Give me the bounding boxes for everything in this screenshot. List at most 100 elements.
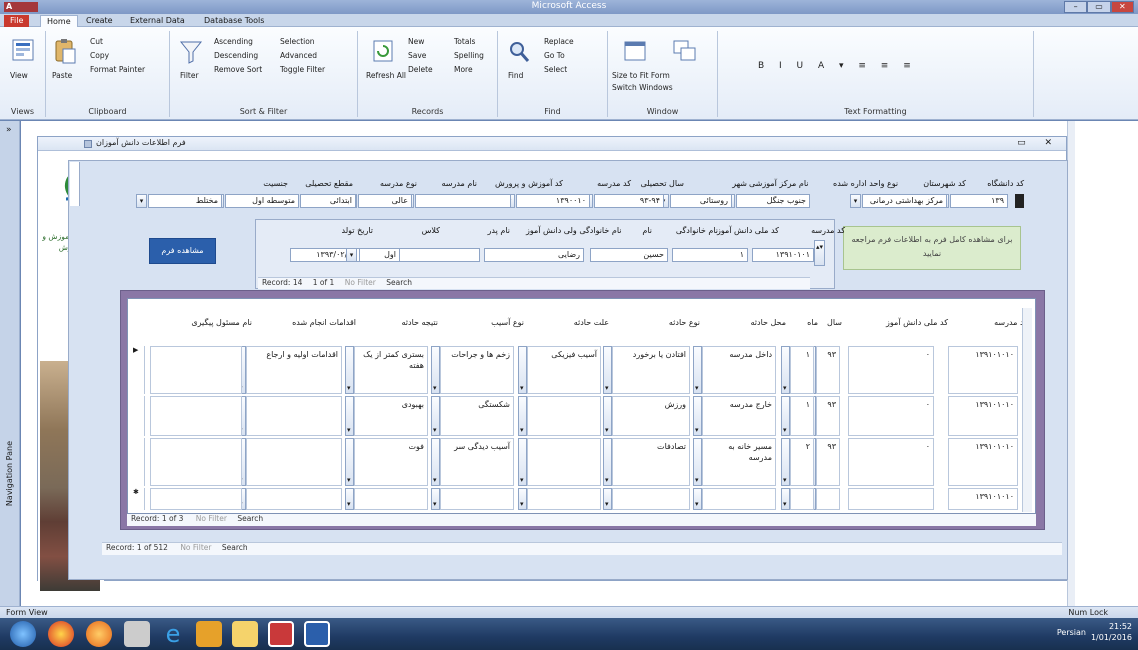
cell-dropdown[interactable]	[781, 488, 790, 510]
cell-dropdown[interactable]	[781, 438, 790, 486]
select-button[interactable]: Select	[544, 65, 567, 74]
spelling-button[interactable]: Spelling	[454, 51, 484, 60]
cell-dropdown[interactable]	[345, 396, 354, 436]
access-taskbar-icon[interactable]	[268, 621, 294, 647]
grid-cell[interactable]	[848, 488, 934, 510]
vertical-scrollbar[interactable]	[1067, 121, 1075, 606]
search-box[interactable]: Search	[386, 278, 412, 287]
paste-button[interactable]: Paste	[52, 71, 72, 80]
cell-dropdown[interactable]	[518, 396, 527, 436]
cell-dropdown[interactable]	[431, 396, 440, 436]
descending-button[interactable]: Descending	[214, 51, 258, 60]
header-field[interactable]: ۹۳-۹۴	[594, 194, 664, 208]
paste-icon[interactable]	[52, 37, 78, 67]
tab-external-data[interactable]: External Data	[124, 15, 191, 27]
header-field[interactable]: ابتدائی	[300, 194, 356, 208]
header-field[interactable]: مختلط	[148, 194, 222, 208]
header-field[interactable]: روستائی	[670, 194, 732, 208]
maximize-button[interactable]: ▭	[1087, 1, 1111, 13]
cell-dropdown[interactable]	[693, 488, 702, 510]
outlook-icon[interactable]	[196, 621, 222, 647]
grid-cell[interactable]: ۱۳۹۱۰۱۰۱۰	[948, 396, 1018, 436]
grid-cell[interactable]	[246, 438, 342, 486]
filter-icon[interactable]	[178, 37, 204, 67]
toggle-filter-button[interactable]: Toggle Filter	[280, 65, 325, 74]
clock[interactable]: 21:52 1/01/2016	[1091, 621, 1132, 643]
cell-dropdown[interactable]	[693, 346, 702, 394]
ascending-button[interactable]: Ascending	[214, 37, 253, 46]
filter-button[interactable]: Filter	[180, 71, 199, 80]
grid-cell[interactable]: مسیر خانه به مدرسه	[702, 438, 776, 486]
cell-dropdown[interactable]	[431, 488, 440, 510]
grid-cell[interactable]: ۱۳۹۱۰۱۰۱۰	[948, 346, 1018, 394]
switch-windows-button[interactable]: Switch Windows	[612, 83, 673, 92]
refresh-all-button[interactable]: Refresh All	[366, 71, 406, 80]
format-painter-button[interactable]: Format Painter	[90, 65, 145, 74]
no-filter-indicator[interactable]: No Filter	[345, 278, 376, 287]
find-button[interactable]: Find	[508, 71, 523, 80]
grid-cell[interactable]	[150, 346, 242, 394]
view-button[interactable]: View	[10, 71, 28, 80]
grid-cell[interactable]: فوت	[354, 438, 428, 486]
cell-dropdown[interactable]	[693, 438, 702, 486]
switch-windows-icon[interactable]	[672, 37, 698, 67]
header-field[interactable]: مرکز بهداشتی درمانی	[862, 194, 947, 208]
no-filter-indicator[interactable]: No Filter	[180, 543, 211, 552]
cell-dropdown[interactable]	[518, 438, 527, 486]
grid-cell[interactable]	[150, 396, 242, 436]
navigation-pane[interactable]: » Navigation Pane	[0, 121, 20, 606]
firefox-icon[interactable]	[86, 621, 112, 647]
new-record-button[interactable]: New	[408, 37, 424, 46]
cell-dropdown[interactable]	[345, 438, 354, 486]
grid-cell[interactable]: ۱۳۹۱۰۱۰۱۰	[948, 438, 1018, 486]
totals-button[interactable]: Totals	[454, 37, 475, 46]
size-to-fit-icon[interactable]	[622, 37, 648, 67]
chrome-icon[interactable]	[48, 621, 74, 647]
grid-cell[interactable]: بهبودی	[354, 396, 428, 436]
grid-cell[interactable]: ۲	[790, 438, 814, 486]
grid-cell[interactable]: بستری کمتر از یک هفته	[354, 346, 428, 394]
header-field[interactable]: جنوب جنگل	[736, 194, 810, 208]
replace-button[interactable]: Replace	[544, 37, 574, 46]
tab-create[interactable]: Create	[80, 15, 119, 27]
grid-scrollbar[interactable]	[1022, 308, 1032, 512]
cell-dropdown[interactable]	[345, 346, 354, 394]
grid-cell[interactable]: اقدامات اولیه و ارجاع	[246, 346, 342, 394]
find-icon[interactable]	[506, 37, 532, 67]
no-filter-indicator[interactable]: No Filter	[196, 514, 227, 523]
grid-cell[interactable]: داخل مدرسه	[702, 346, 776, 394]
cell-dropdown[interactable]	[603, 346, 612, 394]
student-field[interactable]: ۱۳۹۱۰۱۰۱	[752, 248, 814, 262]
delete-record-button[interactable]: Delete	[408, 65, 433, 74]
view-icon[interactable]	[10, 37, 36, 67]
word-icon[interactable]	[304, 621, 330, 647]
cell-dropdown[interactable]	[603, 488, 612, 510]
minimize-button[interactable]: –	[1064, 1, 1088, 13]
cell-dropdown[interactable]	[781, 396, 790, 436]
row-selector[interactable]: ✱	[133, 488, 145, 510]
tab-database-tools[interactable]: Database Tools	[198, 15, 270, 27]
grid-cell[interactable]	[702, 488, 776, 510]
grid-cell[interactable]: زخم ها و جراحات	[440, 346, 514, 394]
grid-cell[interactable]: ۱	[790, 396, 814, 436]
student-field[interactable]: اول	[358, 248, 400, 262]
search-box[interactable]: Search	[222, 543, 248, 552]
media-icon[interactable]	[124, 621, 150, 647]
record-navigation-student[interactable]: Record: 14 1 of 1 No Filter Search	[258, 277, 810, 289]
header-field[interactable]: ۱۳۹۰۰۱۰	[516, 194, 590, 208]
grid-cell[interactable]	[246, 396, 342, 436]
grid-cell[interactable]: تصادفات	[612, 438, 690, 486]
grid-cell[interactable]: ۰	[848, 396, 934, 436]
grid-cell[interactable]: آسیب دیدگی سر	[440, 438, 514, 486]
goto-button[interactable]: Go To	[544, 51, 565, 60]
grid-cell[interactable]	[150, 438, 242, 486]
internet-explorer-icon[interactable]: e	[160, 621, 186, 647]
remove-sort-button[interactable]: Remove Sort	[214, 65, 262, 74]
search-box[interactable]: Search	[237, 514, 263, 523]
cell-dropdown[interactable]	[781, 346, 790, 394]
header-field[interactable]: متوسطه اول	[225, 194, 299, 208]
row-selector[interactable]	[133, 438, 145, 486]
grid-cell[interactable]	[527, 488, 601, 510]
expand-nav-icon[interactable]: »	[6, 125, 12, 135]
record-navigation-main[interactable]: Record: 1 of 512 No Filter Search	[102, 542, 1062, 555]
